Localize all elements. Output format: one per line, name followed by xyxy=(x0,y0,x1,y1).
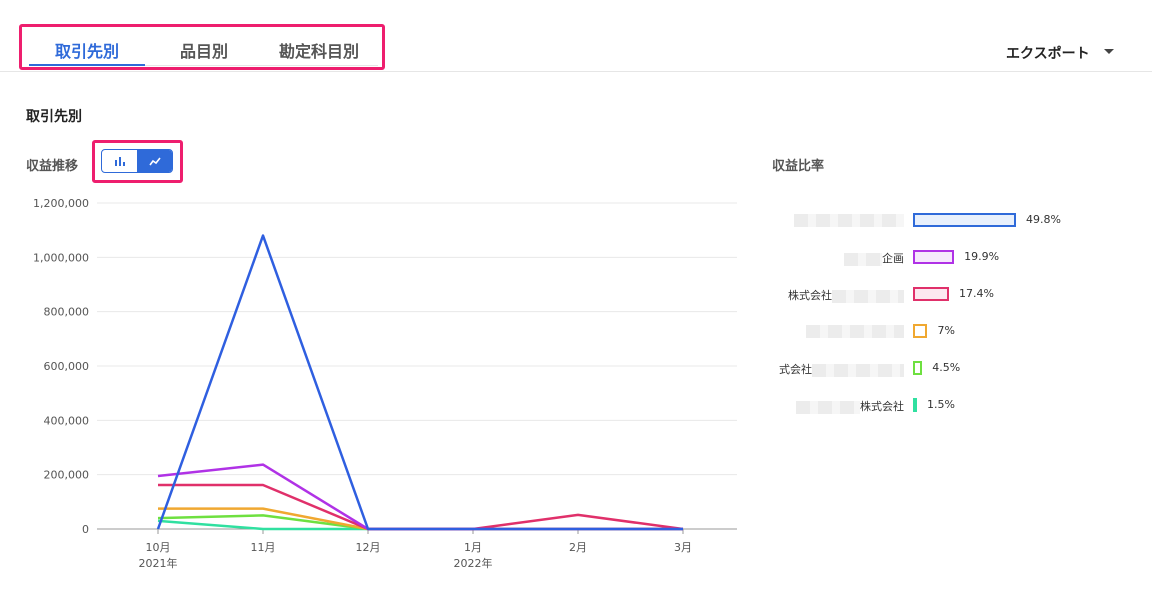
ratio-label-text: 株式会社 xyxy=(788,289,832,302)
ratio-bar xyxy=(913,287,949,301)
ratio-label: 式会社 xyxy=(779,361,904,377)
tab-divider xyxy=(145,65,378,66)
ratio-label xyxy=(806,324,904,338)
y-tick-label: 400,000 xyxy=(44,414,90,427)
redacted-text xyxy=(812,363,904,377)
chart-type-toggle xyxy=(101,149,173,173)
ratio-label: 株式会社 xyxy=(796,398,904,414)
y-tick-label: 800,000 xyxy=(44,306,90,319)
bar-chart-button[interactable] xyxy=(102,150,137,172)
ratio-percent: 4.5% xyxy=(932,361,961,374)
x-year-label: 2022年 xyxy=(454,556,493,570)
ratio-row: 株式会社 17.4% xyxy=(0,285,1152,305)
ratio-row: 株式会社 1.5% xyxy=(0,396,1152,416)
series-line xyxy=(158,483,684,531)
chevron-down-icon[interactable] xyxy=(1104,49,1114,54)
x-year-label: 2021年 xyxy=(139,556,178,570)
redacted-text xyxy=(794,213,904,227)
ratio-percent: 17.4% xyxy=(958,287,994,300)
ratio-row: 49.8% xyxy=(0,211,1152,231)
y-tick-label: 0 xyxy=(82,523,89,536)
tab-account[interactable]: 勘定科目別 xyxy=(279,38,359,62)
ratio-bar xyxy=(913,398,917,412)
trend-title: 収益推移 xyxy=(26,159,79,174)
x-tick-label: 12月 xyxy=(356,541,381,554)
ratio-percent: 1.5% xyxy=(927,398,955,411)
ratio-row: 企画 19.9% xyxy=(0,248,1152,268)
section-title: 取引先別 xyxy=(26,109,82,125)
ratio-percent: 49.8% xyxy=(1026,213,1061,226)
x-tick-label: 1月 xyxy=(464,541,482,554)
x-tick-label: 2月 xyxy=(569,541,587,554)
export-button[interactable]: エクスポート xyxy=(1006,43,1090,63)
y-tick-label: 200,000 xyxy=(44,469,90,482)
x-tick-label: 11月 xyxy=(251,541,276,554)
ratio-label: 企画 xyxy=(844,250,904,266)
active-tab-indicator xyxy=(29,64,145,66)
redacted-text xyxy=(806,324,904,338)
ratio-label-text: 株式会社 xyxy=(860,400,904,413)
ratio-title: 収益比率 xyxy=(772,159,825,174)
line-chart-button[interactable] xyxy=(137,150,172,172)
y-tick-label: 1,200,000 xyxy=(33,197,89,210)
x-tick-label: 3月 xyxy=(674,541,692,554)
ratio-label-text: 式会社 xyxy=(779,363,812,376)
line-chart-icon xyxy=(148,157,161,166)
redacted-text xyxy=(796,400,860,414)
redacted-text xyxy=(844,252,882,266)
ratio-bar xyxy=(913,213,1016,227)
ratio-label xyxy=(794,213,904,227)
ratio-percent: 19.9% xyxy=(964,250,1000,263)
ratio-bar xyxy=(913,361,923,375)
tab-partner[interactable]: 取引先別 xyxy=(55,38,119,62)
bar-chart-icon xyxy=(114,157,125,166)
ratio-bar xyxy=(913,250,955,264)
redacted-text xyxy=(832,289,904,303)
ratio-label-text: 企画 xyxy=(882,252,904,265)
tab-item[interactable]: 品目別 xyxy=(180,38,228,62)
x-tick-label: 10月 xyxy=(146,541,171,554)
ratio-bar xyxy=(913,324,928,338)
ratio-label: 株式会社 xyxy=(788,287,904,303)
ratio-percent: 7% xyxy=(937,324,955,337)
ratio-row: 7% xyxy=(0,322,1152,342)
ratio-row: 式会社 4.5% xyxy=(0,359,1152,379)
